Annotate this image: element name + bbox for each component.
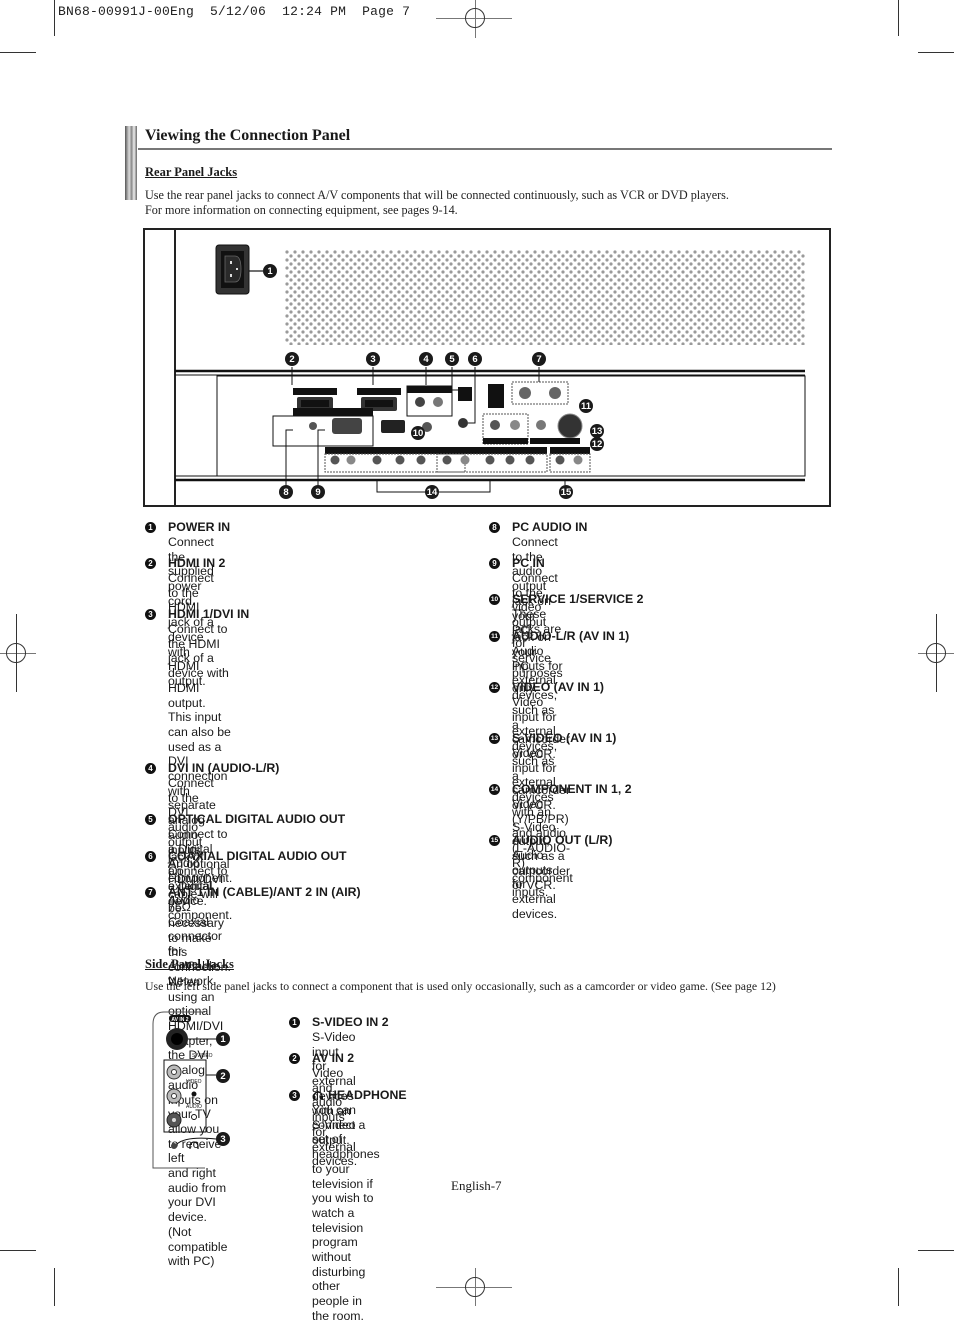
item-desc: Audio outputs for external devices. (512, 848, 558, 921)
side-label-video: VIDEO (186, 1079, 202, 1085)
item-title: HEADPHONE (328, 1088, 407, 1102)
item-title: DVI IN (AUDIO-L/R) (168, 761, 280, 775)
bullet-12-icon: 12 (489, 682, 500, 693)
callout-8: 8 (279, 485, 293, 499)
item-title: POWER IN (168, 520, 231, 534)
item-title: PC IN (512, 556, 545, 570)
item-title-row: HEADPHONE (312, 1088, 407, 1103)
callout-13: 13 (590, 424, 604, 438)
item-title: AUDIO OUT (L/R) (512, 833, 613, 847)
callout-15: 15 (559, 485, 573, 499)
side-callout-2: 2 (216, 1069, 230, 1083)
item-title: HDMI 1/DVI IN (168, 607, 250, 621)
callout-3: 3 (366, 352, 380, 366)
rear-panel-intro: Use the rear panel jacks to connect A/V … (145, 188, 729, 218)
item-title: COAXIAL DIGITAL AUDIO OUT (168, 849, 347, 863)
rear-panel-illustration (174, 230, 806, 505)
callout-5: 5 (445, 352, 459, 366)
bullet-3-icon: 3 (145, 609, 156, 620)
slug-time: 12:24 PM (282, 4, 347, 19)
bullet-6-icon: 6 (145, 851, 156, 862)
bullet-11-icon: 11 (489, 631, 500, 642)
item-desc: You can connect a set of headphones to y… (312, 1103, 380, 1323)
item-title: AUDIO-L/R (AV IN 1) (512, 629, 630, 643)
bullet-10-icon: 10 (489, 594, 500, 605)
slug-date: 5/12/06 (210, 4, 267, 19)
bullet-13-icon: 13 (489, 733, 500, 744)
bullet-5-icon: 5 (145, 814, 156, 825)
page-title: Viewing the Connection Panel (145, 127, 351, 144)
page-number: English-7 (451, 1178, 502, 1193)
side-label-av-in-2: AV IN 2 (171, 1017, 188, 1023)
bullet-8-icon: 8 (489, 522, 500, 533)
callout-12: 12 (590, 437, 604, 451)
bullet-14-icon: 14 (489, 784, 500, 795)
side-panel-intro: Use the left side panel jacks to connect… (145, 979, 776, 993)
item-title: VIDEO (AV IN 1) (512, 680, 605, 694)
print-slug: BN68-00991J-00Eng 5/12/06 12:24 PM Page … (58, 4, 410, 19)
slug-doc-id: BN68-00991J-00Eng (58, 4, 195, 19)
rear-intro-line-1: Use the rear panel jacks to connect A/V … (145, 188, 729, 202)
bullet-1-icon: 1 (145, 522, 156, 533)
bullet-7-icon: 7 (145, 887, 156, 898)
rear-panel-diagram: 1 2 3 4 5 6 7 11 10 13 12 8 9 14 15 (143, 228, 831, 507)
rear-intro-line-2: For more information on connecting equip… (145, 203, 458, 217)
item-title: SERVICE 1/SERVICE 2 (512, 592, 644, 606)
item-title: HDMI IN 2 (168, 556, 226, 570)
headphone-icon (189, 1141, 199, 1149)
item-title: AV IN 2 (312, 1051, 355, 1065)
rear-panel-heading: Rear Panel Jacks (145, 165, 238, 179)
side-label-audio: AUDIO (186, 1104, 202, 1110)
callout-4: 4 (419, 352, 433, 366)
callout-10: 10 (411, 426, 425, 440)
title-divider (138, 148, 832, 150)
bullet-3-icon: 3 (289, 1090, 300, 1101)
bullet-2-icon: 2 (289, 1053, 300, 1064)
ventilation-grille (285, 250, 805, 345)
side-panel-illustration: AV IN 2 S-VIDEO VIDEO AUDIO (152, 1011, 217, 1169)
bullet-4-icon: 4 (145, 763, 156, 774)
bullet-9-icon: 9 (489, 558, 500, 569)
item-title: COMPONENT IN 1, 2 (512, 782, 632, 796)
item-desc: 75Ω Coaxial connector for Air/Cable Netw… (168, 900, 223, 988)
callout-11: 11 (579, 399, 593, 413)
side-label-svideo: S-VIDEO (192, 1053, 213, 1059)
item-title: S-VIDEO (AV IN 1) (512, 731, 617, 745)
bullet-2-icon: 2 (145, 558, 156, 569)
item-title: OPTICAL DIGITAL AUDIO OUT (168, 812, 346, 826)
slug-page: Page 7 (362, 4, 411, 19)
callout-9: 9 (311, 485, 325, 499)
bullet-1-icon: 1 (289, 1017, 300, 1028)
callout-2: 2 (285, 352, 299, 366)
bullet-15-icon: 15 (489, 835, 500, 846)
callout-6: 6 (468, 352, 482, 366)
item-title: ANT 1 IN (CABLE)/ANT 2 IN (AIR) (168, 885, 361, 899)
item-title: S-VIDEO IN 2 (312, 1015, 389, 1029)
callout-14: 14 (425, 485, 439, 499)
callout-1: 1 (263, 264, 277, 278)
headphone-icon (312, 1089, 324, 1103)
side-panel-heading: Side Panel Jacks (145, 957, 234, 971)
section-accent-bar (125, 126, 137, 200)
side-panel-diagram: AV IN 2 S-VIDEO VIDEO AUDIO 1 2 3 (150, 1010, 260, 1172)
power-inlet-icon (215, 244, 250, 295)
side-callout-1: 1 (216, 1032, 230, 1046)
callout-7: 7 (532, 352, 546, 366)
item-title: PC AUDIO IN (512, 520, 588, 534)
side-callout-3: 3 (216, 1132, 230, 1146)
